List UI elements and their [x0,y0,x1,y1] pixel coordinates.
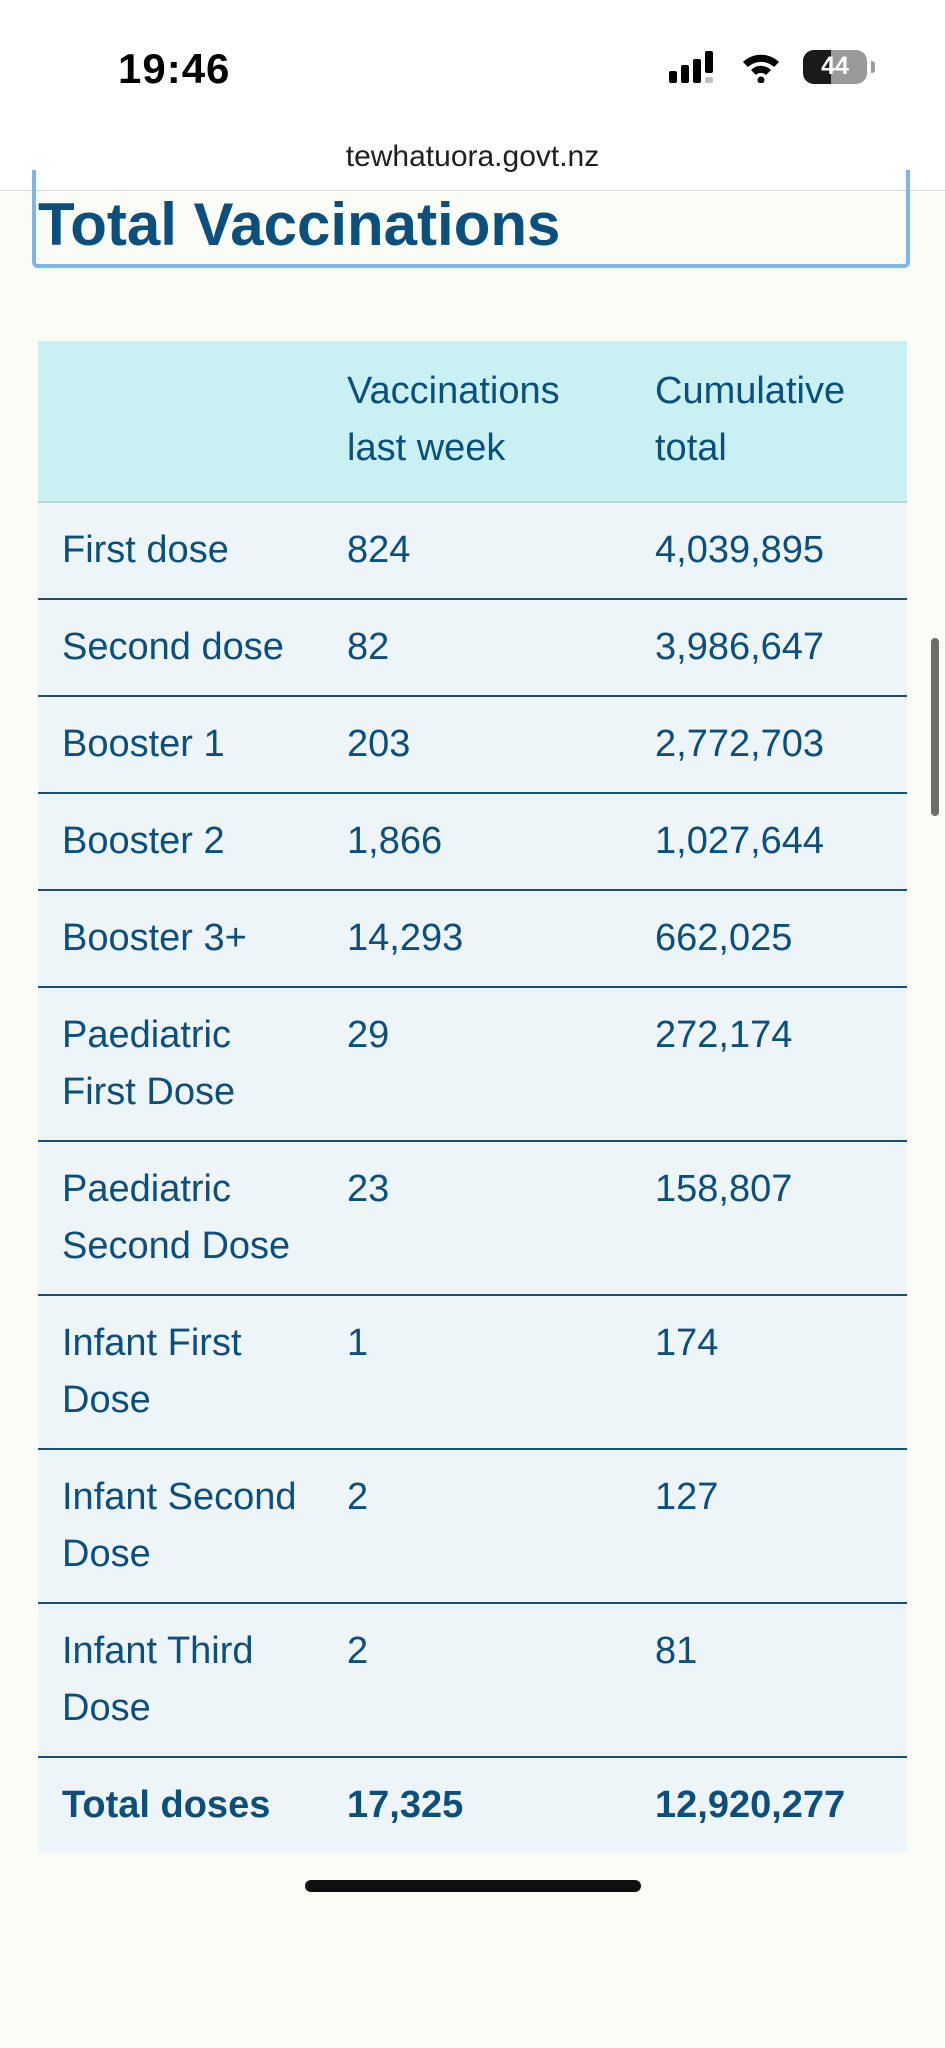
total-last-week: 17,325 [323,1757,631,1853]
table-row: Infant Second Dose 2 127 [38,1449,907,1604]
cellular-signal-icon [669,51,713,83]
total-cumulative: 12,920,277 [631,1757,907,1853]
row-last-week: 82 [323,599,631,697]
row-cumulative: 1,027,644 [631,793,907,891]
row-label: Infant Third Dose [38,1603,323,1758]
status-bar: 19:46 44 [0,0,945,120]
row-cumulative: 272,174 [631,987,907,1142]
row-label: Infant First Dose [38,1295,323,1450]
vaccination-table-wrapper: Vaccinations last week Cumulative total … [38,341,907,1853]
row-last-week: 23 [323,1141,631,1296]
table-row: Paediatric First Dose 29 272,174 [38,987,907,1142]
scrollbar[interactable] [931,638,939,816]
table-row: Infant Third Dose 2 81 [38,1603,907,1758]
row-label: Booster 2 [38,793,323,891]
row-cumulative: 2,772,703 [631,696,907,794]
table-row: Second dose 82 3,986,647 [38,599,907,697]
status-icons: 44 [669,50,875,84]
url-text[interactable]: tewhatuora.govt.nz [0,140,945,174]
row-label: Second dose [38,599,323,697]
battery-icon: 44 [803,50,875,84]
row-label: Infant Second Dose [38,1449,323,1604]
total-label: Total doses [38,1757,323,1853]
row-last-week: 2 [323,1449,631,1604]
row-label: Paediatric Second Dose [38,1141,323,1296]
table-row: First dose 824 4,039,895 [38,502,907,600]
battery-level: 44 [821,52,849,80]
row-label: First dose [38,502,323,600]
row-cumulative: 127 [631,1449,907,1604]
table-header-row: Vaccinations last week Cumulative total [38,341,907,503]
header-category [38,341,323,503]
row-cumulative: 4,039,895 [631,502,907,600]
header-cumulative: Cumulative total [631,341,907,503]
row-last-week: 2 [323,1603,631,1758]
row-cumulative: 3,986,647 [631,599,907,697]
wifi-icon [743,54,779,83]
row-label: Paediatric First Dose [38,987,323,1142]
row-cumulative: 81 [631,1603,907,1758]
header-last-week: Vaccinations last week [323,341,631,503]
row-cumulative: 174 [631,1295,907,1450]
total-row: Total doses 17,325 12,920,277 [38,1757,907,1853]
row-last-week: 29 [323,987,631,1142]
table-row: Booster 2 1,866 1,027,644 [38,793,907,891]
row-last-week: 824 [323,502,631,600]
row-cumulative: 662,025 [631,890,907,988]
page-title: Total Vaccinations [38,191,561,258]
row-last-week: 14,293 [323,890,631,988]
vaccination-table: Vaccinations last week Cumulative total … [38,341,907,1853]
status-time: 19:46 [118,45,231,92]
table-row: Paediatric Second Dose 23 158,807 [38,1141,907,1296]
row-cumulative: 158,807 [631,1141,907,1296]
table-row: Infant First Dose 1 174 [38,1295,907,1450]
row-label: Booster 1 [38,696,323,794]
table-row: Booster 1 203 2,772,703 [38,696,907,794]
table-row: Booster 3+ 14,293 662,025 [38,890,907,988]
row-label: Booster 3+ [38,890,323,988]
row-last-week: 1 [323,1295,631,1450]
home-indicator[interactable] [305,1880,641,1892]
row-last-week: 1,866 [323,793,631,891]
row-last-week: 203 [323,696,631,794]
